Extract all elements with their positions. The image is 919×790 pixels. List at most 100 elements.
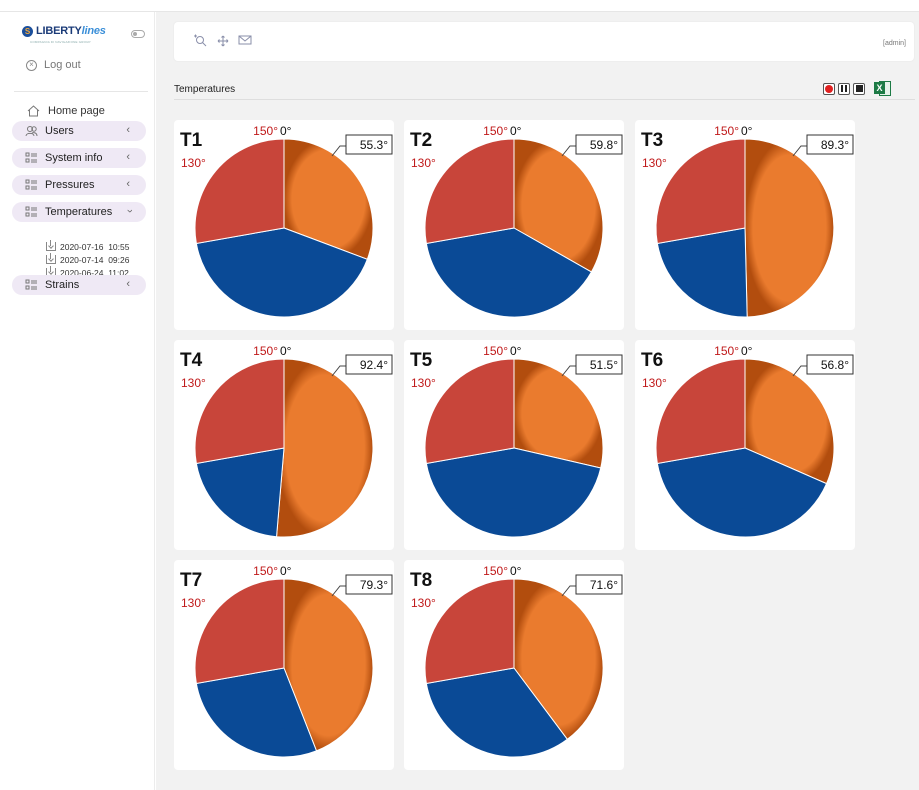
gauge-card: T1 150° 0° 130° 55.3°: [174, 120, 394, 330]
gauge-title: T4: [180, 350, 203, 371]
limit-label: 150°: [714, 124, 739, 138]
alarm-slice: [194, 138, 285, 245]
value-label: 92.4°: [360, 358, 388, 372]
sidebar-item-label: Temperatures: [45, 206, 113, 218]
warn-label: 130°: [642, 376, 667, 390]
temperature-downloads: 2020-07-16 10:55 2020-07-14 09:26 2020-0…: [46, 240, 129, 279]
download-label: 2020-07-16 10:55: [60, 241, 130, 252]
limit-label: 150°: [253, 124, 278, 138]
sidebar-item-temperatures[interactable]: Temperatures ‹: [12, 202, 146, 222]
user-label[interactable]: [admin]: [883, 40, 906, 47]
download-link[interactable]: 2020-07-16 10:55: [46, 240, 129, 253]
sidebar-item-users[interactable]: Users ‹: [12, 121, 146, 141]
gauge-card: T5 150° 0° 130° 51.5°: [404, 340, 624, 550]
move-icon[interactable]: [216, 34, 230, 48]
sidebar-item-label: Home page: [48, 105, 105, 117]
pause-icon: [841, 85, 847, 92]
gauge-chart: T6 150° 0° 130° 56.8°: [641, 344, 854, 538]
limit-label: 150°: [483, 124, 508, 138]
section-divider: [174, 99, 915, 100]
user-search-icon[interactable]: [192, 34, 208, 48]
gauge-title: T1: [180, 130, 203, 151]
alarm-slice: [424, 358, 515, 465]
value-label: 51.5°: [590, 358, 618, 372]
stop-button[interactable]: [853, 82, 865, 95]
chevron-left-icon: ‹: [126, 124, 130, 136]
warn-label: 130°: [642, 156, 667, 170]
sidebar-item-label: System info: [45, 152, 103, 164]
sidebar-item-home[interactable]: Home page: [27, 105, 105, 117]
gauge-title: T7: [180, 570, 202, 591]
gauge-title: T3: [641, 130, 663, 151]
zero-label: 0°: [510, 124, 522, 138]
sidebar: S LIBERTYlines COMPAGNIA DI NAVIGAZIONE …: [0, 12, 155, 790]
main-content: [admin] Temperatures X T1 150° 0° 130° 55.3°…: [156, 12, 919, 790]
download-icon: [46, 253, 56, 264]
alarm-slice: [655, 138, 746, 245]
gauge-card: T2 150° 0° 130° 59.8°: [404, 120, 624, 330]
gauge-chart: T1 150° 0° 130° 55.3°: [180, 124, 393, 318]
excel-export-button[interactable]: X: [874, 80, 891, 97]
alarm-slice: [194, 578, 285, 685]
excel-icon: X: [874, 82, 885, 94]
value-label: 55.3°: [360, 138, 388, 152]
sidebar-divider: [14, 91, 148, 92]
limit-label: 150°: [483, 344, 508, 358]
sidebar-item-pressures[interactable]: Pressures ‹: [12, 175, 146, 195]
gauge-title: T6: [641, 350, 663, 371]
warn-label: 130°: [181, 596, 206, 610]
logout-link[interactable]: × Log out: [26, 59, 81, 71]
limit-label: 150°: [483, 564, 508, 578]
gauge-chart: T7 150° 0° 130° 79.3°: [180, 564, 393, 758]
value-label: 89.3°: [821, 138, 849, 152]
warn-label: 130°: [181, 156, 206, 170]
top-strip: [0, 0, 919, 12]
warn-label: 130°: [411, 596, 436, 610]
warn-label: 130°: [181, 376, 206, 390]
gauge-chart: T8 150° 0° 130° 71.6°: [410, 564, 623, 758]
sidebar-item-label: Strains: [45, 279, 80, 291]
zero-label: 0°: [510, 344, 522, 358]
logo-tagline: COMPAGNIA DI NAVIGAZIONE GROUP: [30, 40, 91, 44]
logo[interactable]: S LIBERTYlines: [22, 25, 106, 37]
sidebar-item-system-info[interactable]: System info ‹: [12, 148, 146, 168]
page-title: Temperatures: [174, 84, 236, 95]
mail-icon[interactable]: [238, 34, 252, 46]
value-label: 59.8°: [590, 138, 618, 152]
gauge-chart: T3 150° 0° 130° 89.3°: [641, 124, 854, 318]
logo-text: LIBERTYlines: [36, 25, 106, 37]
value-label: 71.6°: [590, 578, 618, 592]
list-icon: [25, 152, 37, 163]
download-label: 2020-07-14 09:26: [60, 254, 130, 265]
gauge-card: T8 150° 0° 130° 71.6°: [404, 560, 624, 770]
gauge-chart: T4 150° 0° 130° 92.4°: [180, 344, 393, 538]
chevron-left-icon: ‹: [126, 151, 130, 163]
value-slice: [276, 358, 374, 538]
sidebar-item-label: Pressures: [45, 179, 95, 191]
gauge-chart: T5 150° 0° 130° 51.5°: [410, 344, 623, 538]
gauge-chart: T2 150° 0° 130° 59.8°: [410, 124, 623, 318]
limit-label: 150°: [253, 564, 278, 578]
gauge-title: T5: [410, 350, 433, 371]
gauge-card: T6 150° 0° 130° 56.8°: [635, 340, 855, 550]
value-slice: [744, 138, 835, 318]
download-link[interactable]: 2020-07-14 09:26: [46, 253, 129, 266]
zero-label: 0°: [741, 124, 753, 138]
logo-mark-icon: S: [22, 25, 33, 37]
toolbar-icons: [192, 34, 252, 48]
pause-button[interactable]: [838, 82, 850, 95]
gauge-card: T4 150° 0° 130° 92.4°: [174, 340, 394, 550]
close-circle-icon: ×: [26, 59, 37, 71]
sidebar-toggle-icon[interactable]: [131, 30, 145, 38]
warn-label: 130°: [411, 376, 436, 390]
alarm-slice: [424, 138, 515, 245]
sidebar-item-strains[interactable]: Strains ‹: [12, 275, 146, 295]
users-icon: [25, 126, 38, 137]
gauge-title: T2: [410, 130, 432, 151]
gauge-card: T3 150° 0° 130° 89.3°: [635, 120, 855, 330]
limit-label: 150°: [253, 344, 278, 358]
record-button[interactable]: [823, 82, 835, 95]
list-icon: [25, 179, 37, 190]
alarm-slice: [194, 358, 285, 465]
list-icon: [25, 206, 37, 217]
